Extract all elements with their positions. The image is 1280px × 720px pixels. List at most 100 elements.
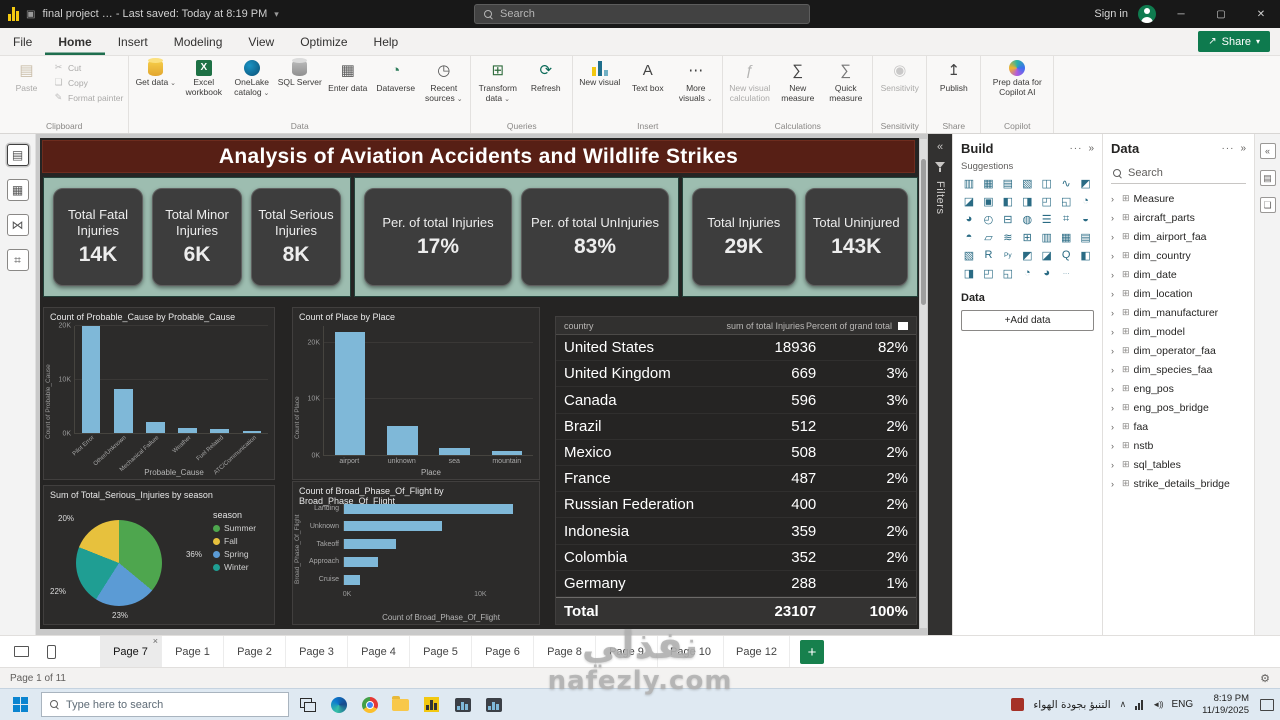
menu-tab-optimize[interactable]: Optimize xyxy=(287,28,360,55)
field-item-dim-date[interactable]: ›⊞dim_date xyxy=(1111,265,1246,284)
field-item-eng-pos-bridge[interactable]: ›⊞eng_pos_bridge xyxy=(1111,398,1246,417)
visual-type-icon-stacked-column-chart[interactable]: ▦ xyxy=(980,176,996,190)
ribbon-button-transform-data[interactable]: ⊞Transform data ⌄ xyxy=(474,57,521,103)
report-view-icon[interactable]: ▤ xyxy=(7,144,29,166)
field-item-dim-location[interactable]: ›⊞dim_location xyxy=(1111,284,1246,303)
visual-type-icon-metrics[interactable]: ◨ xyxy=(961,266,977,280)
table-row[interactable]: Colombia3522% xyxy=(556,545,916,571)
page-tab-page-5[interactable]: Page 5 xyxy=(410,636,472,667)
field-item-faa[interactable]: ›⊞faa xyxy=(1111,417,1246,436)
visual-type-icon-arcgis-map[interactable]: ◱ xyxy=(1000,266,1016,280)
collapse-pane-icon[interactable]: » xyxy=(1240,143,1246,154)
menu-tab-file[interactable]: File xyxy=(0,28,45,55)
network-icon[interactable] xyxy=(1135,700,1143,710)
pie-chart-season[interactable]: Sum of Total_Serious_Injuries by season … xyxy=(43,485,275,625)
pie[interactable] xyxy=(76,520,162,606)
edge-icon[interactable] xyxy=(323,690,354,720)
visual-type-icon-slicer[interactable]: ▦ xyxy=(1058,230,1074,244)
page-tab-page-10[interactable]: Page 10 xyxy=(658,636,724,667)
ribbon-button-enter-data[interactable]: ▦Enter data xyxy=(324,57,371,94)
bar-cruise[interactable] xyxy=(344,575,360,585)
add-data-button[interactable]: +Add data xyxy=(961,310,1094,331)
menu-tab-view[interactable]: View xyxy=(235,28,287,55)
sign-in-link[interactable]: Sign in xyxy=(1094,8,1128,20)
visual-type-icon-line-and-clustered-column-chart[interactable]: ◨ xyxy=(1019,194,1035,208)
powerbi-desktop-icon[interactable] xyxy=(416,690,447,720)
field-item-dim-airport-faa[interactable]: ›⊞dim_airport_faa xyxy=(1111,227,1246,246)
table-row[interactable]: Brazil5122% xyxy=(556,414,916,440)
visual-type-icon-r-script-visual[interactable]: R xyxy=(980,248,996,262)
kpi-card-total-fatal-injuries[interactable]: Total Fatal Injuries14K xyxy=(53,188,143,286)
ribbon-button-get-data[interactable]: Get data ⌄ xyxy=(132,57,179,88)
bar-chart-probable-cause[interactable]: Count of Probable_Cause by Probable_Caus… xyxy=(43,307,275,480)
bar-other-unknown[interactable] xyxy=(114,389,133,433)
chevron-down-icon[interactable]: ▾ xyxy=(274,9,279,20)
field-item-dim-manufacturer[interactable]: ›⊞dim_manufacturer xyxy=(1111,303,1246,322)
mobile-layout-icon[interactable] xyxy=(40,643,62,661)
taskbar-search-input[interactable]: Type here to search xyxy=(41,692,289,717)
country-injuries-table[interactable]: countrysum of total InjuriesPercent of g… xyxy=(555,316,917,625)
table-row[interactable]: Canada5963% xyxy=(556,387,916,413)
menu-tab-help[interactable]: Help xyxy=(361,28,412,55)
visual-type-icon-stacked-bar-chart[interactable]: ▥ xyxy=(961,176,977,190)
field-item-measure[interactable]: ›⊞Measure xyxy=(1111,189,1246,208)
ribbon-button-refresh[interactable]: ⟳Refresh xyxy=(522,57,569,94)
kpi-card-total-injuries[interactable]: Total Injuries29K xyxy=(692,188,796,286)
hidden-icons-chevron[interactable]: ∧ xyxy=(1120,699,1127,710)
bar-fuel-related[interactable] xyxy=(210,429,229,433)
tray-app-icon[interactable] xyxy=(1011,698,1024,711)
visual-type-icon-clustered-column-chart[interactable]: ▧ xyxy=(1019,176,1035,190)
chrome-icon[interactable] xyxy=(354,690,385,720)
filters-pane-label[interactable]: Filters xyxy=(934,181,946,214)
bar-unknown[interactable] xyxy=(344,521,442,531)
table-row[interactable]: United Kingdom6693% xyxy=(556,361,916,387)
visual-type-icon-paginated-report[interactable]: ◰ xyxy=(980,266,996,280)
bar-landing[interactable] xyxy=(344,504,513,514)
kpi-card-per-of-total-injuries[interactable]: Per. of total Injuries17% xyxy=(364,188,512,286)
visual-type-icon-pie-chart[interactable]: ◴ xyxy=(980,212,996,226)
column-header-sum-of-total-injuries[interactable]: sum of total Injuries xyxy=(717,321,804,331)
visual-type-icon-scatter-chart[interactable]: ◕ xyxy=(961,212,977,226)
dashboard-app-icon[interactable] xyxy=(478,690,509,720)
close-button[interactable]: ✕ xyxy=(1246,0,1276,28)
start-button[interactable] xyxy=(2,689,38,720)
legend-item-fall[interactable]: Fall xyxy=(213,536,271,546)
ribbon-button-text-box[interactable]: AText box xyxy=(624,57,671,94)
visual-type-icon-100-stacked-column-chart[interactable]: ∿ xyxy=(1058,176,1074,190)
visual-type-icon-waterfall-chart[interactable]: ◱ xyxy=(1058,194,1074,208)
minimize-button[interactable]: ─ xyxy=(1166,0,1196,28)
visual-type-icon-gauge[interactable]: ▱ xyxy=(980,230,996,244)
bar-approach[interactable] xyxy=(344,557,378,567)
bar-sea[interactable] xyxy=(439,448,469,455)
ribbon-button-excel-workbook[interactable]: XExcel workbook xyxy=(180,57,227,97)
visual-type-icon-power-apps[interactable]: ◔ xyxy=(1019,266,1035,280)
page-tab-page-9[interactable]: Page 9 xyxy=(596,636,658,667)
page-tab-page-6[interactable]: Page 6 xyxy=(472,636,534,667)
table-row[interactable]: Russian Federation4002% xyxy=(556,492,916,518)
bar-atc-communication[interactable] xyxy=(243,431,262,433)
legend-item-spring[interactable]: Spring xyxy=(213,549,271,559)
dax-query-view-icon[interactable]: ⌗ xyxy=(7,249,29,271)
page-tab-page-2[interactable]: Page 2 xyxy=(224,636,286,667)
visual-type-icon-line-and-stacked-column-chart[interactable]: ◧ xyxy=(1000,194,1016,208)
legend-item-winter[interactable]: Winter xyxy=(213,562,271,572)
bar-chart-place[interactable]: Count of Place by Place Count of Place 0… xyxy=(292,307,540,480)
menu-tab-home[interactable]: Home xyxy=(45,28,104,55)
table-view-icon[interactable]: ▦ xyxy=(7,179,29,201)
bar-unknown[interactable] xyxy=(387,426,417,455)
ribbon-button-new-visual[interactable]: New visual xyxy=(576,57,623,88)
visual-type-icon-line-chart[interactable]: ◩ xyxy=(1078,176,1094,190)
visual-type-icon-donut-chart[interactable]: ⊟ xyxy=(1000,212,1016,226)
column-header-country[interactable]: country xyxy=(564,321,717,331)
field-item-dim-model[interactable]: ›⊞dim_model xyxy=(1111,322,1246,341)
bar-airport[interactable] xyxy=(335,332,365,455)
field-item-nstb[interactable]: ›⊞nstb xyxy=(1111,436,1246,455)
account-avatar[interactable] xyxy=(1138,5,1156,23)
visual-type-icon-kpi[interactable]: ▥ xyxy=(1039,230,1055,244)
field-item-dim-operator-faa[interactable]: ›⊞dim_operator_faa xyxy=(1111,341,1246,360)
ribbon-button-more-visuals[interactable]: ⋯More visuals ⌄ xyxy=(672,57,719,103)
analytics-app-icon[interactable] xyxy=(447,690,478,720)
visual-type-icon-table[interactable]: ▤ xyxy=(1078,230,1094,244)
ribbon-button-dataverse[interactable]: ◔Dataverse xyxy=(372,57,419,94)
bar-takeoff[interactable] xyxy=(344,539,396,549)
